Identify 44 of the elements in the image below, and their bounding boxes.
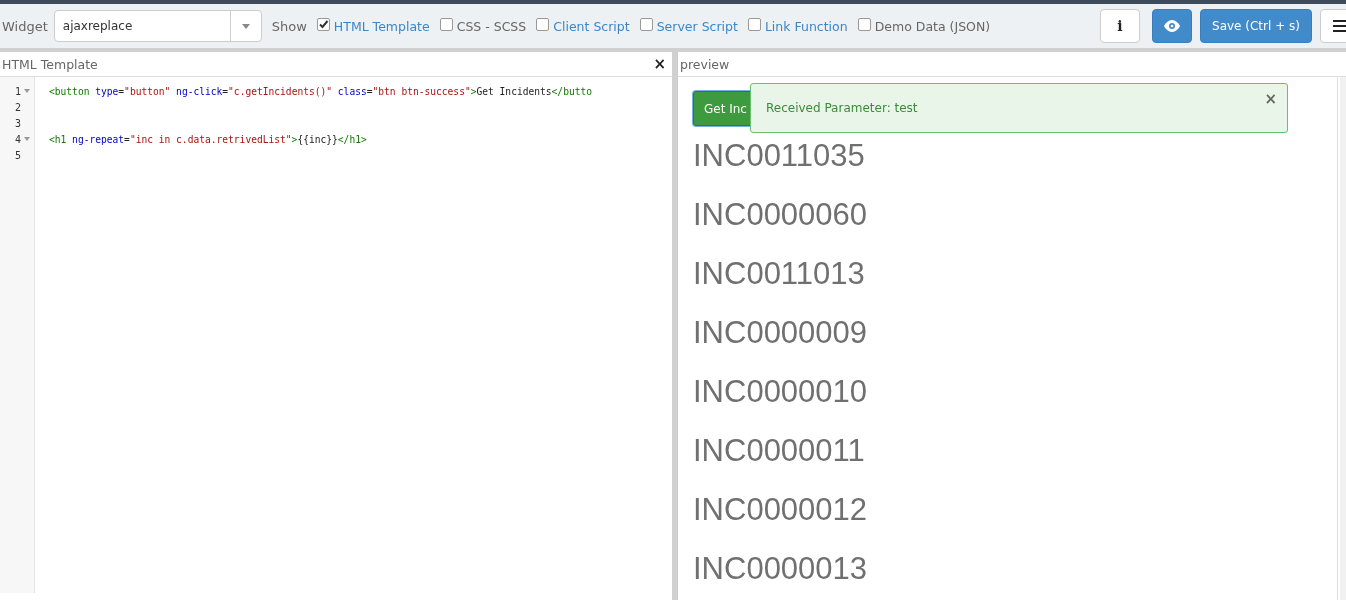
checkbox[interactable] (536, 17, 550, 31)
incident-heading: INC0000013 (693, 550, 869, 588)
panel-title: preview (680, 56, 730, 72)
checkbox[interactable] (857, 17, 871, 31)
checkbox[interactable] (747, 17, 761, 31)
incident-heading: INC0000010 (693, 373, 869, 411)
option-link[interactable]: Server Script (656, 18, 738, 34)
save-button[interactable]: Save (Ctrl + s) (1200, 9, 1312, 43)
fold-icon[interactable] (24, 89, 30, 93)
info-button[interactable]: i (1100, 9, 1140, 43)
incident-heading: INC0011013 (693, 255, 866, 293)
checkbox[interactable] (639, 17, 653, 31)
widget-select[interactable]: ajaxreplace (53, 10, 262, 42)
get-button[interactable]: Get Inc (693, 91, 752, 126)
widget-label: Widget (2, 18, 48, 34)
panel-title: HTML Template (2, 56, 98, 72)
line-number: 5 (14, 149, 21, 161)
menu-icon (1333, 20, 1346, 32)
incident-heading: INC0000011 (693, 432, 866, 470)
line-number: 1 (14, 85, 21, 97)
line-number: 3 (14, 117, 21, 129)
incident-heading: INC0011035 (693, 137, 866, 175)
checkbox[interactable] (439, 17, 453, 31)
eye-icon (1163, 20, 1181, 32)
code-line: <h1 ng-repeat="inc in c.data.retrivedList">{{inc}}</h1> (49, 133, 367, 145)
line-number: 2 (14, 101, 21, 113)
option-link[interactable]: HTML Template (333, 18, 430, 34)
close-icon[interactable]: × (1264, 90, 1277, 108)
option-link[interactable]: Client Script (553, 18, 630, 34)
incident-heading: INC0000009 (693, 314, 869, 352)
option-label: Demo Data (JSON) (874, 18, 991, 34)
incident-heading: INC0000012 (693, 491, 869, 529)
close-icon[interactable]: × (653, 55, 666, 73)
code-line: <button type="button" ng-click="c.getIncidents()" class="btn btn-success">Get Incidents</butto (49, 85, 592, 97)
fold-icon[interactable] (24, 137, 30, 141)
caret-icon (241, 23, 250, 29)
line-number: 4 (14, 133, 21, 145)
show-label: Show (271, 18, 307, 34)
option-label: CSS - SCSS (456, 18, 527, 34)
incident-heading: INC0000060 (693, 196, 869, 234)
option-link[interactable]: Link Function (764, 18, 848, 34)
preview-button[interactable] (1152, 9, 1192, 43)
checkbox[interactable] (316, 17, 330, 31)
alert-text: Received Parameter: test (766, 101, 918, 115)
